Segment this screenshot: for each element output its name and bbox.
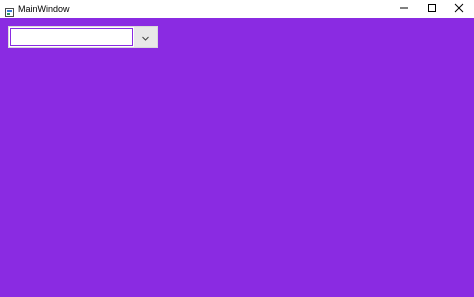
main-window: MainWindow <box>0 0 474 297</box>
maximize-button[interactable] <box>417 0 447 18</box>
combo-box-input[interactable] <box>9 27 134 47</box>
minimize-button[interactable] <box>389 0 419 18</box>
combo-box[interactable] <box>8 26 158 48</box>
title-bar[interactable]: MainWindow <box>0 0 474 18</box>
client-area <box>0 18 474 297</box>
window-title: MainWindow <box>18 4 70 14</box>
maximize-icon <box>427 0 437 18</box>
combo-box-dropdown-button[interactable] <box>133 27 157 47</box>
close-icon <box>454 0 464 18</box>
minimize-icon <box>399 0 409 18</box>
application-icon <box>5 4 14 17</box>
close-button[interactable] <box>444 0 474 18</box>
chevron-down-icon <box>141 28 149 46</box>
